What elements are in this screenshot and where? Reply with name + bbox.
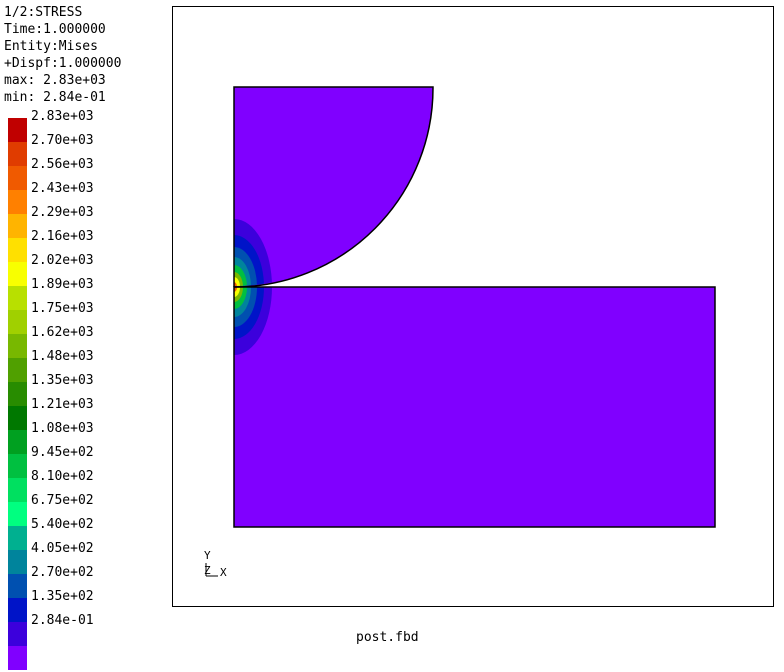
step-label: 1/2:STRESS [4, 5, 83, 20]
legend-swatch [8, 214, 27, 238]
legend-swatch [8, 550, 27, 574]
legend-swatch [8, 382, 27, 406]
stress-contour-plot[interactable] [173, 7, 773, 606]
legend-label: 9.45e+02 [31, 445, 94, 460]
legend-label: 1.75e+03 [31, 301, 94, 316]
legend-label: 2.70e+03 [31, 133, 94, 148]
legend-label: 2.29e+03 [31, 205, 94, 220]
legend-swatch [8, 454, 27, 478]
legend-swatch [8, 190, 27, 214]
legend-label: 1.48e+03 [31, 349, 94, 364]
legend-swatch [8, 358, 27, 382]
legend-swatch [8, 574, 27, 598]
legend-swatch [8, 142, 27, 166]
legend-swatch [8, 334, 27, 358]
time-label: Time:1.000000 [4, 22, 106, 37]
legend-swatch [8, 310, 27, 334]
legend-swatch [8, 622, 27, 646]
legend-label: 5.40e+02 [31, 517, 94, 532]
legend-label: 1.21e+03 [31, 397, 94, 412]
dispf-label: +Dispf:1.000000 [4, 56, 122, 71]
axis-y-label: Y [204, 549, 211, 562]
legend-label: 4.05e+02 [31, 541, 94, 556]
result-info-panel: 1/2:STRESS Time:1.000000 Entity:Mises +D… [4, 4, 121, 106]
legend-swatch [8, 646, 27, 670]
legend-label: 1.35e+03 [31, 373, 94, 388]
axis-x-label: X [220, 566, 227, 579]
legend-label: 6.75e+02 [31, 493, 94, 508]
legend-label: 2.84e-01 [31, 613, 94, 628]
filename-label: post.fbd [356, 630, 419, 645]
legend-label: 2.56e+03 [31, 157, 94, 172]
legend-swatch [8, 118, 27, 142]
legend-swatch [8, 166, 27, 190]
entity-label: Entity:Mises [4, 39, 98, 54]
min-label: min: 2.84e-01 [4, 90, 106, 105]
legend-label: 2.16e+03 [31, 229, 94, 244]
legend-label: 2.70e+02 [31, 565, 94, 580]
legend-label: 8.10e+02 [31, 469, 94, 484]
axis-z-label: Z [204, 564, 211, 577]
legend-swatch [8, 502, 27, 526]
legend-swatch [8, 598, 27, 622]
legend-swatch [8, 430, 27, 454]
legend-label: 1.89e+03 [31, 277, 94, 292]
max-label: max: 2.83e+03 [4, 73, 106, 88]
model-viewport[interactable]: Y Z X [172, 6, 774, 607]
legend-swatch [8, 262, 27, 286]
lower-block [234, 287, 715, 527]
legend-swatch [8, 286, 27, 310]
legend-swatch [8, 526, 27, 550]
legend-swatch [8, 406, 27, 430]
legend-label: 2.02e+03 [31, 253, 94, 268]
legend-label: 2.83e+03 [31, 109, 94, 124]
legend-label: 2.43e+03 [31, 181, 94, 196]
legend-label: 1.08e+03 [31, 421, 94, 436]
legend-label: 1.35e+02 [31, 589, 94, 604]
legend-label: 1.62e+03 [31, 325, 94, 340]
legend-swatch [8, 478, 27, 502]
legend-swatch [8, 238, 27, 262]
